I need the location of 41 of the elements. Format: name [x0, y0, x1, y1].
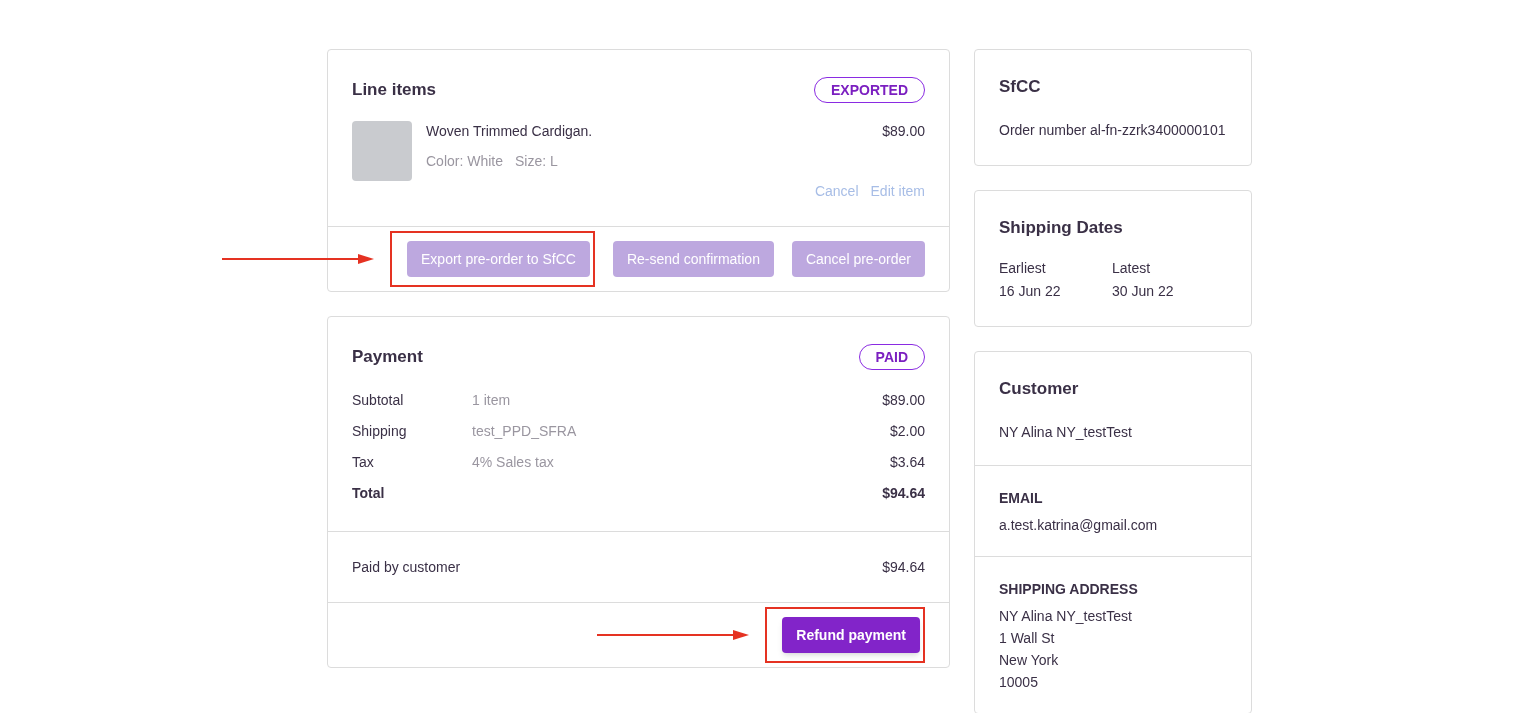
date-label: Latest: [1112, 259, 1152, 278]
section-heading: SHIPPING ADDRESS: [999, 579, 1139, 599]
section-line: NY Alina NY_testTest: [999, 606, 1133, 626]
payment-amount: $2.00: [889, 422, 925, 441]
arrow-icon: [222, 253, 375, 265]
payment-label: Shipping: [352, 422, 408, 441]
card-title: Payment: [352, 346, 423, 369]
payment-label: Total: [352, 484, 386, 503]
section-heading: EMAIL: [999, 488, 1044, 508]
payment-label: Subtotal: [352, 391, 405, 410]
date-value: 16 Jun 22: [999, 282, 1062, 301]
paid-label: Paid by customer: [352, 557, 461, 577]
order-number: Order number al-fn-zzrk3400000101: [999, 120, 1227, 140]
date-value: 30 Jun 22: [1112, 282, 1175, 301]
customer-name: NY Alina NY_testTest: [999, 422, 1133, 442]
item-link[interactable]: Cancel: [814, 181, 859, 202]
date-label: Earliest: [999, 259, 1047, 278]
card-title: Shipping Dates: [999, 216, 1124, 239]
section-line: 10005: [999, 672, 1039, 692]
payment-detail: test_PPD_SFRA: [472, 422, 577, 441]
item-attribute: Color: White: [426, 152, 504, 171]
payment-label: Tax: [352, 453, 375, 472]
payment-amount: $3.64: [889, 453, 925, 472]
card-title: Line items: [352, 79, 437, 102]
section-line: 1 Wall St: [999, 628, 1056, 648]
section-line: a.test.katrina@gmail.com: [999, 515, 1159, 535]
item-price: $89.00: [882, 122, 925, 141]
item-name: Woven Trimmed Cardigan.: [426, 122, 593, 141]
action-button[interactable]: Refund payment: [782, 617, 920, 653]
paid-amount: $94.64: [882, 557, 925, 577]
section-line: New York: [999, 650, 1060, 670]
card-title: SfCC: [999, 76, 1042, 98]
item-attribute: Size: L: [515, 152, 558, 171]
payment-amount: $89.00: [882, 391, 925, 410]
arrow-icon: [597, 629, 750, 641]
card-title: Customer: [999, 378, 1080, 400]
payment-detail: 1 item: [472, 391, 511, 410]
item-link[interactable]: Edit item: [870, 181, 925, 202]
photo-placeholder: [352, 121, 412, 181]
payment-amount: $94.64: [882, 484, 925, 503]
payment-detail: 4% Sales tax: [472, 453, 554, 472]
